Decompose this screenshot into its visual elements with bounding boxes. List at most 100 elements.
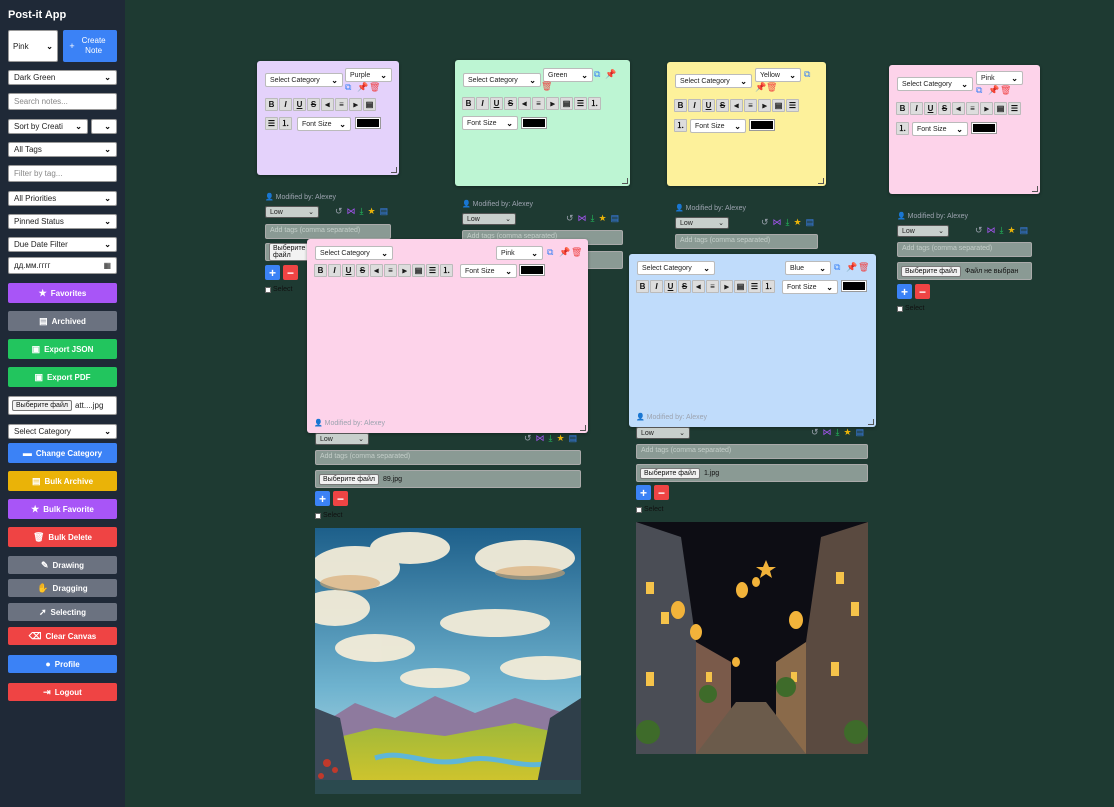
- priority-select[interactable]: Low ⌄: [315, 433, 369, 445]
- import-file-input[interactable]: Выберите файл att....jpg: [8, 396, 117, 415]
- justify-button[interactable]: ▤: [772, 99, 785, 112]
- copy-icon[interactable]: ⧉: [976, 85, 982, 96]
- archive-icon[interactable]: ▤: [611, 213, 620, 224]
- archive-icon[interactable]: ▤: [569, 433, 578, 444]
- bullet-list-button[interactable]: ☰: [786, 99, 799, 112]
- select-checkbox[interactable]: Select: [636, 506, 663, 513]
- download-icon[interactable]: ⤓: [591, 213, 595, 224]
- bullet-list-button[interactable]: ☰: [426, 264, 439, 277]
- note-pink-right[interactable]: Select Category ⌄ Pink ⌄ ⧉ 📌 🗑 B I U S ⫷ ≡ ⫸ ▤ ☰ ⒈…: [889, 65, 1040, 194]
- attach-file-input[interactable]: Выберите файл 1.jpg: [636, 464, 868, 482]
- note-pink-center[interactable]: Select Category ⌄ Pink ⌄ ⧉ 📌 🗑 B I U S ⫷ ≡ ⫸ ▤ ☰ ⒈ …: [307, 239, 588, 433]
- align-right-button[interactable]: ⫸: [546, 97, 559, 110]
- strikethrough-button[interactable]: S: [307, 98, 320, 111]
- align-right-button[interactable]: ⫸: [349, 98, 362, 111]
- align-center-button[interactable]: ≡: [384, 264, 397, 277]
- pin-icon[interactable]: 📌: [605, 69, 616, 80]
- archive-icon[interactable]: ▤: [1020, 225, 1029, 236]
- bold-button[interactable]: B: [314, 264, 327, 277]
- due-date-select[interactable]: Due Date Filter ⌄: [8, 237, 117, 252]
- bold-button[interactable]: B: [674, 99, 687, 112]
- justify-button[interactable]: ▤: [734, 280, 747, 293]
- resize-handle[interactable]: [391, 167, 397, 173]
- archived-button[interactable]: ▤ Archived: [8, 311, 117, 331]
- plus-button[interactable]: +: [636, 485, 651, 500]
- trash-icon[interactable]: 🗑: [858, 262, 869, 273]
- archive-icon[interactable]: ▤: [806, 217, 815, 228]
- italic-button[interactable]: I: [688, 99, 701, 112]
- color-select[interactable]: Green ⌄: [543, 68, 593, 82]
- font-size-select[interactable]: Font Size ⌄: [782, 280, 838, 294]
- archive-icon[interactable]: ▤: [856, 427, 865, 438]
- share-icon[interactable]: ⋈: [773, 217, 782, 228]
- underline-button[interactable]: U: [293, 98, 306, 111]
- align-right-button[interactable]: ⫸: [758, 99, 771, 112]
- history-icon[interactable]: ↺: [335, 206, 343, 217]
- strikethrough-button[interactable]: S: [356, 264, 369, 277]
- copy-icon[interactable]: ⧉: [804, 69, 810, 80]
- underline-button[interactable]: U: [664, 280, 677, 293]
- download-icon[interactable]: ⤓: [1000, 225, 1004, 236]
- tag-filter-input[interactable]: Filter by tag...: [8, 165, 117, 182]
- color-select[interactable]: Blue ⌄: [785, 261, 831, 275]
- favorites-button[interactable]: ★ Favorites: [8, 283, 117, 303]
- align-center-button[interactable]: ≡: [335, 98, 348, 111]
- drawing-button[interactable]: ✎ Drawing: [8, 556, 117, 574]
- minus-button[interactable]: −: [283, 265, 298, 280]
- font-size-select[interactable]: Font Size ⌄: [460, 264, 517, 278]
- bulk-delete-button[interactable]: 🗑 Bulk Delete: [8, 527, 117, 547]
- italic-button[interactable]: I: [910, 102, 923, 115]
- numbered-list-button[interactable]: ⒈: [279, 117, 292, 130]
- share-icon[interactable]: ⋈: [823, 427, 832, 438]
- strikethrough-button[interactable]: S: [504, 97, 517, 110]
- search-input[interactable]: Search notes...: [8, 93, 117, 110]
- trash-icon[interactable]: 🗑: [369, 82, 380, 93]
- plus-button[interactable]: +: [265, 265, 280, 280]
- star-icon[interactable]: ★: [794, 217, 802, 228]
- bullet-list-button[interactable]: ☰: [574, 97, 587, 110]
- align-left-button[interactable]: ⫷: [370, 264, 383, 277]
- align-left-button[interactable]: ⫷: [952, 102, 965, 115]
- copy-icon[interactable]: ⧉: [594, 69, 600, 80]
- pin-icon[interactable]: 📌: [846, 262, 857, 273]
- plus-button[interactable]: +: [315, 491, 330, 506]
- resize-handle[interactable]: [868, 419, 874, 425]
- underline-button[interactable]: U: [702, 99, 715, 112]
- star-icon[interactable]: ★: [368, 206, 376, 217]
- bulk-favorite-button[interactable]: ★ Bulk Favorite: [8, 499, 117, 519]
- clear-canvas-button[interactable]: ⌫ Clear Canvas: [8, 627, 117, 645]
- justify-button[interactable]: ▤: [363, 98, 376, 111]
- numbered-list-button[interactable]: ⒈: [440, 264, 453, 277]
- align-left-button[interactable]: ⫷: [730, 99, 743, 112]
- trash-icon[interactable]: 🗑: [766, 82, 777, 93]
- category-select[interactable]: Select Category ⌄: [897, 77, 973, 91]
- tags-input[interactable]: Add tags (comma separated): [675, 234, 818, 249]
- align-right-button[interactable]: ⫸: [720, 280, 733, 293]
- select-checkbox[interactable]: Select: [315, 512, 342, 519]
- history-icon[interactable]: ↺: [524, 433, 532, 444]
- note-blue[interactable]: Select Category ⌄ Blue ⌄ ⧉ 📌 🗑 B I U S ⫷ ≡ ⫸ ▤ ☰ ⒈ …: [629, 254, 876, 427]
- resize-handle[interactable]: [622, 178, 628, 184]
- justify-button[interactable]: ▤: [994, 102, 1007, 115]
- text-color-picker[interactable]: [521, 117, 547, 129]
- priority-select[interactable]: Low ⌄: [636, 427, 690, 439]
- history-icon[interactable]: ↺: [811, 427, 819, 438]
- italic-button[interactable]: I: [279, 98, 292, 111]
- bold-button[interactable]: B: [462, 97, 475, 110]
- strikethrough-button[interactable]: S: [678, 280, 691, 293]
- theme-select[interactable]: Dark Green ⌄: [8, 70, 117, 85]
- color-select[interactable]: Pink ⌄: [976, 71, 1023, 85]
- align-center-button[interactable]: ≡: [706, 280, 719, 293]
- plus-button[interactable]: +: [897, 284, 912, 299]
- font-size-select[interactable]: Font Size ⌄: [690, 119, 746, 133]
- pinned-select[interactable]: Pinned Status ⌄: [8, 214, 117, 229]
- underline-button[interactable]: U: [924, 102, 937, 115]
- numbered-list-button[interactable]: ⒈: [674, 119, 687, 132]
- star-icon[interactable]: ★: [557, 433, 565, 444]
- text-color-picker[interactable]: [519, 264, 545, 276]
- history-icon[interactable]: ↺: [975, 225, 983, 236]
- align-right-button[interactable]: ⫸: [980, 102, 993, 115]
- selecting-button[interactable]: ➚ Selecting: [8, 603, 117, 621]
- download-icon[interactable]: ⤓: [549, 433, 553, 444]
- category-select[interactable]: Select Category ⌄: [637, 261, 715, 275]
